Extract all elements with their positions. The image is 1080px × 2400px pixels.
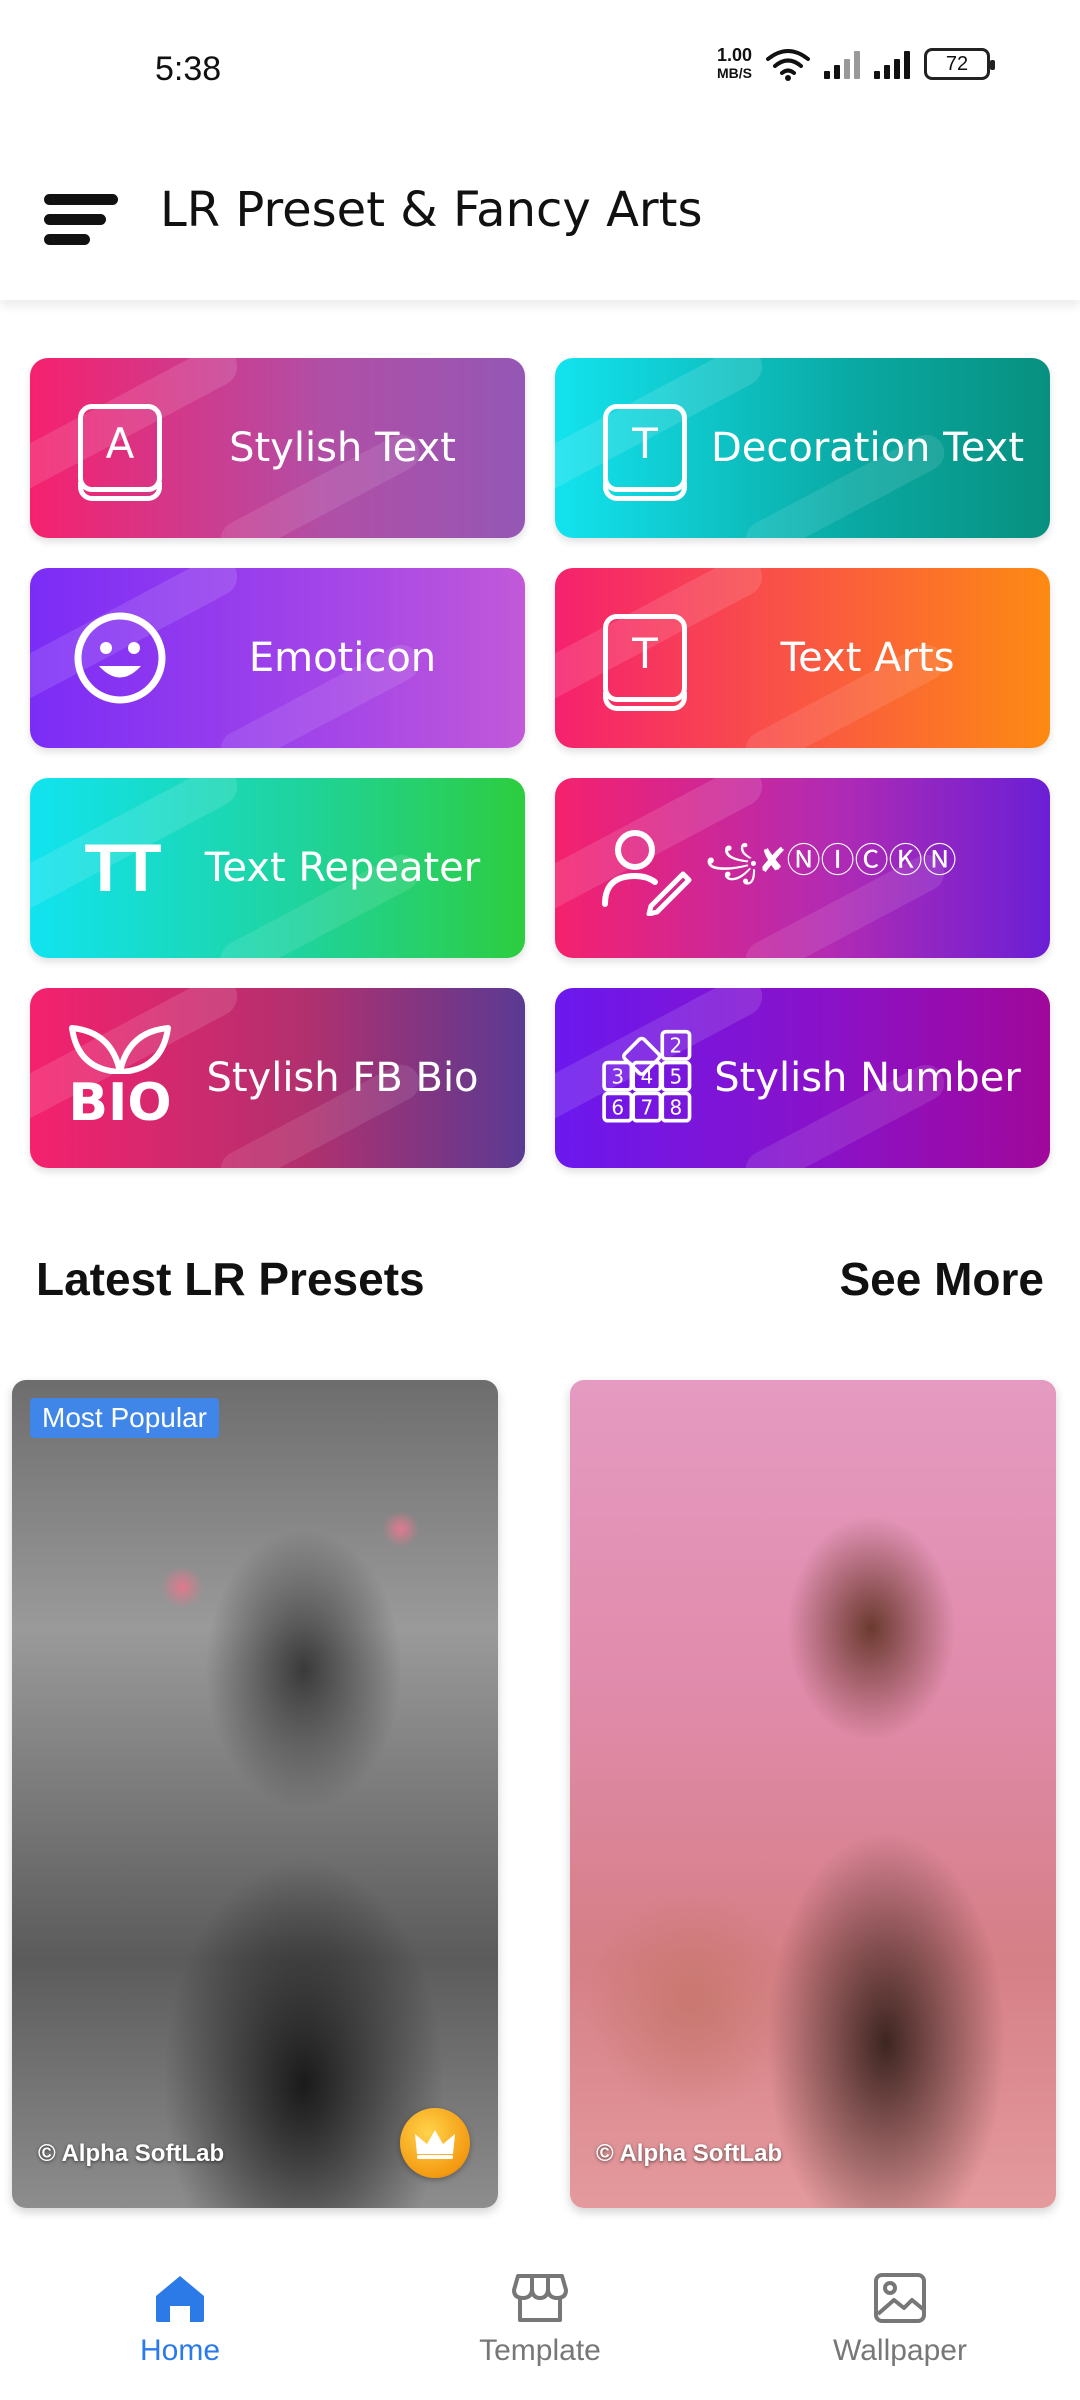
tile-label: Text Arts xyxy=(780,635,955,681)
number-grid-icon: 2 3 4 5 6 7 8 xyxy=(595,1028,695,1128)
text-size-icon: TT xyxy=(84,830,161,906)
home-icon xyxy=(156,2276,204,2322)
watermark: © Alpha SoftLab xyxy=(38,2140,225,2167)
signal-icon-1 xyxy=(824,49,860,79)
most-popular-badge: Most Popular xyxy=(30,1398,219,1438)
status-bar: 5:38 1.00 MB/S 72 xyxy=(0,0,1080,140)
battery-icon: 72 xyxy=(924,48,995,80)
tile-label: Stylish FB Bio xyxy=(206,1055,479,1101)
svg-text:3: 3 xyxy=(611,1064,624,1088)
smiley-icon xyxy=(70,608,170,708)
svg-text:6: 6 xyxy=(611,1095,624,1119)
svg-text:8: 8 xyxy=(670,1095,683,1119)
wifi-icon xyxy=(766,49,810,81)
tile-label: Emoticon xyxy=(248,635,437,681)
preset-card[interactable]: © Alpha SoftLab xyxy=(570,1380,1056,2208)
text-repeater-button[interactable]: TT Text Repeater xyxy=(30,778,525,958)
tile-label: Decoration Text xyxy=(710,425,1025,471)
keycap-t-icon: T xyxy=(595,608,695,711)
nickname-button[interactable]: ꧁✘ⓃⒾⒸⓀⓃ xyxy=(555,778,1050,958)
section-title: Latest LR Presets xyxy=(36,1253,425,1305)
hamburger-menu-icon[interactable] xyxy=(40,176,120,256)
nav-label: Home xyxy=(139,2334,221,2367)
store-icon xyxy=(512,2274,568,2322)
tile-label: ꧁✘ⓃⒾⒸⓀⓃ xyxy=(705,840,957,881)
stylish-number-button[interactable]: 2 3 4 5 6 7 8 Stylish Number xyxy=(555,988,1050,1168)
tile-label: Stylish Number xyxy=(714,1055,1021,1101)
bottom-navigation: Home Template Wallpaper xyxy=(0,2232,1080,2400)
decoration-text-button[interactable]: T Decoration Text xyxy=(555,358,1050,538)
svg-text:7: 7 xyxy=(640,1095,653,1119)
network-speed: 1.00 MB/S xyxy=(716,45,752,81)
nav-home[interactable]: Home xyxy=(80,2272,280,2368)
svg-text:4: 4 xyxy=(640,1064,653,1088)
tile-label: Stylish Text xyxy=(229,425,456,471)
tile-label: Text Repeater xyxy=(204,845,481,891)
svg-text:5: 5 xyxy=(670,1064,683,1088)
keycap-t-icon: T xyxy=(595,398,695,501)
user-edit-icon xyxy=(595,818,695,918)
nav-wallpaper[interactable]: Wallpaper xyxy=(800,2272,1000,2368)
nav-template[interactable]: Template xyxy=(440,2272,640,2368)
watermark: © Alpha SoftLab xyxy=(596,2140,783,2167)
text-arts-button[interactable]: T Text Arts xyxy=(555,568,1050,748)
feature-grid: A Stylish Text T Decoration Text Emotico… xyxy=(30,358,1050,1168)
status-icons: 1.00 MB/S 72 xyxy=(716,45,995,82)
see-more-link[interactable]: See More xyxy=(839,1252,1044,1306)
crown-icon xyxy=(400,2108,470,2178)
bio-leaf-icon: BIO xyxy=(68,1018,172,1138)
stylish-text-button[interactable]: A Stylish Text xyxy=(30,358,525,538)
nav-label: Template xyxy=(479,2334,601,2367)
keycap-a-icon: A xyxy=(70,398,170,501)
preset-card[interactable]: Most Popular © Alpha SoftLab xyxy=(12,1380,498,2208)
signal-icon-2 xyxy=(874,49,910,79)
nav-label: Wallpaper xyxy=(833,2334,967,2367)
app-bar: LR Preset & Fancy Arts xyxy=(0,140,1080,300)
svg-text:2: 2 xyxy=(670,1034,683,1058)
image-icon xyxy=(874,2273,926,2323)
status-time: 5:38 xyxy=(155,50,222,88)
stylish-fb-bio-button[interactable]: BIO Stylish FB Bio xyxy=(30,988,525,1168)
emoticon-button[interactable]: Emoticon xyxy=(30,568,525,748)
app-title: LR Preset & Fancy Arts xyxy=(160,182,703,238)
